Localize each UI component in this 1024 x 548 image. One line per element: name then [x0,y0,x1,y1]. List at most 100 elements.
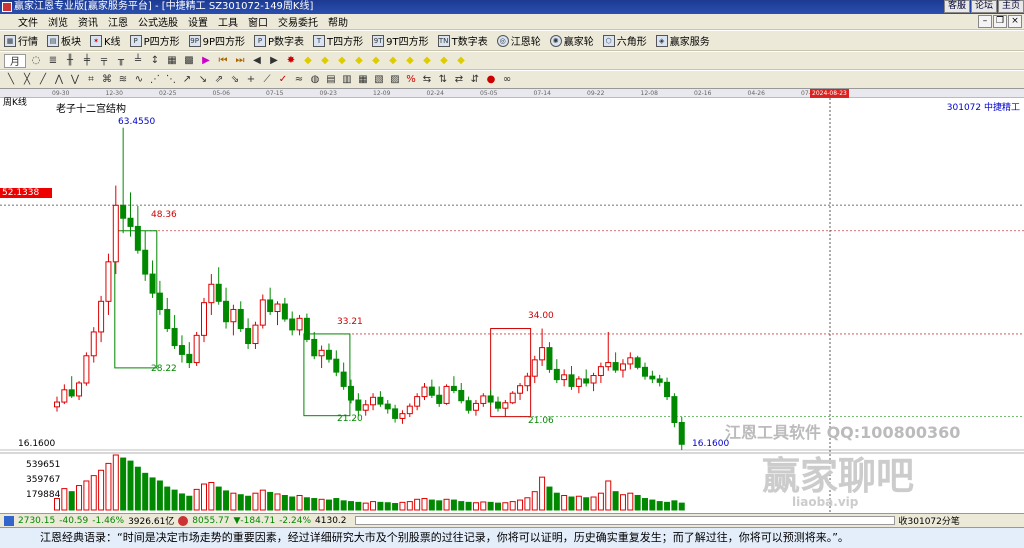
menu-help[interactable]: 帮助 [323,14,353,29]
globe-icon[interactable]: ◍ [308,73,322,87]
diamond-icon[interactable]: ◆ [301,54,315,68]
link-service[interactable]: 客服 [943,0,970,13]
menu-trade[interactable]: 交易委托 [273,14,323,29]
diamond-icon[interactable]: ◆ [386,54,400,68]
grid-icon[interactable]: ▩ [182,54,196,68]
link-forum[interactable]: 论坛 [970,0,997,13]
tool-sector[interactable]: ▤ 板块 [47,33,81,48]
tool-9t-square[interactable]: 9T 9T四方形 [372,33,429,48]
check-icon[interactable]: ✓ [276,73,290,87]
fan-icon[interactable]: ⇘ [228,73,242,87]
minimize-icon[interactable]: – [978,15,992,28]
right-icon[interactable]: ▶ [267,54,281,68]
left-icon[interactable]: ◀ [250,54,264,68]
diamond-icon[interactable]: ◆ [369,54,383,68]
menu-browse[interactable]: 浏览 [43,14,73,29]
period-select[interactable]: 月 [4,53,26,68]
menu-gann[interactable]: 江恩 [103,14,133,29]
bar-icon[interactable]: ╪ [80,54,94,68]
fan-icon[interactable]: ╳ [20,73,34,87]
fan-icon[interactable]: ⋱ [164,73,178,87]
grid-icon[interactable]: ▦ [165,54,179,68]
menu-settings[interactable]: 设置 [183,14,213,29]
last-icon[interactable]: ⏭ [233,54,247,68]
fan-icon[interactable]: ╲ [4,73,18,87]
sh-index-icon[interactable] [4,515,14,526]
arrow-icon[interactable]: ⇅ [436,73,450,87]
cursor-icon[interactable]: ↕ [148,54,162,68]
color-icon[interactable]: ● [484,73,498,87]
volume-bar [590,496,597,511]
bar-icon[interactable]: ╧ [131,54,145,68]
menu-window[interactable]: 窗口 [243,14,273,29]
sh-percent: -1.46% [92,515,125,526]
diamond-icon[interactable]: ◆ [352,54,366,68]
tool-quote[interactable]: ▦ 行情 [4,33,38,48]
cross-icon[interactable]: + [244,73,258,87]
table-icon[interactable]: ▨ [388,73,402,87]
diamond-icon[interactable]: ◆ [420,54,434,68]
quote-icon: ▦ [4,34,16,47]
candle-body [465,400,472,411]
fan-icon[interactable]: ⇗ [212,73,226,87]
volume-bar [237,494,244,511]
diamond-icon[interactable]: ◆ [335,54,349,68]
first-icon[interactable]: ⏮ [216,54,230,68]
close-icon[interactable]: × [1008,15,1022,28]
bar-icon[interactable]: ╥ [114,54,128,68]
fan-icon[interactable]: ∿ [132,73,146,87]
tool-9p-square[interactable]: 9P 9P四方形 [188,33,245,48]
tool-t-square[interactable]: T T四方形 [313,33,363,48]
menu-formula[interactable]: 公式选股 [133,14,183,29]
table-icon[interactable]: ▧ [372,73,386,87]
arrow-icon[interactable]: ⇄ [452,73,466,87]
tool-gann-wheel[interactable]: ◎ 江恩轮 [496,33,541,48]
flag-icon[interactable]: ▶ [199,54,213,68]
fan-icon[interactable]: ⋀ [52,73,66,87]
fan-icon[interactable]: ⌗ [84,73,98,87]
table-icon[interactable]: ▦ [356,73,370,87]
ring-icon[interactable]: ◌ [29,54,43,68]
sz-index-icon[interactable] [178,515,189,526]
kline-chart[interactable]: 09-30 12-30 02-25 05-06 07-15 09-23 12-09 02-24… [0,89,1024,513]
fan-icon[interactable]: ↘ [196,73,210,87]
arrow-icon[interactable]: ⇵ [468,73,482,87]
tool-t-table[interactable]: TN T数字表 [437,33,488,48]
table-icon[interactable]: ▥ [340,73,354,87]
table-icon[interactable]: ▤ [324,73,338,87]
link-home[interactable]: 主页 [997,0,1024,13]
arrow-icon[interactable]: ⇆ [420,73,434,87]
fan-icon[interactable]: ⋰ [148,73,162,87]
candle-body [355,399,362,411]
infinity-icon[interactable]: ∞ [500,73,514,87]
list-icon[interactable]: ≣ [46,54,60,68]
tick-detail-label[interactable]: 收301072分笔 [899,514,960,527]
line-icon[interactable]: ⟋ [260,73,274,87]
diamond-icon[interactable]: ◆ [403,54,417,68]
tool-p-square[interactable]: P P四方形 [129,33,180,48]
fan-icon[interactable]: ↗ [180,73,194,87]
diamond-icon[interactable]: ◆ [437,54,451,68]
menu-news[interactable]: 资讯 [73,14,103,29]
fan-icon[interactable]: ⋁ [68,73,82,87]
star-icon[interactable]: ✸ [284,54,298,68]
horizontal-scrollbar[interactable] [354,516,895,525]
menu-file[interactable]: 文件 [4,14,43,29]
wave-icon[interactable]: ≈ [292,73,306,87]
menu-tools[interactable]: 工具 [213,14,243,29]
tool-p-table[interactable]: P P数字表 [254,33,304,48]
tool-winner-wheel[interactable]: ✺ 赢家轮 [549,33,594,48]
tool-service[interactable]: ◈ 赢家服务 [655,33,710,48]
fan-icon[interactable]: ╱ [36,73,50,87]
bar-icon[interactable]: ╫ [63,54,77,68]
diamond-icon[interactable]: ◆ [318,54,332,68]
diamond-icon[interactable]: ◆ [454,54,468,68]
title-bar: 赢家江恩专业版[赢家服务平台] - [中捷精工 SZ301072-149周K线]… [0,0,1024,14]
fan-icon[interactable]: ≋ [116,73,130,87]
restore-icon[interactable]: ❐ [993,15,1007,28]
tool-hexagon[interactable]: ⬡ 六角形 [602,33,647,48]
fan-icon[interactable]: ⌘ [100,73,114,87]
percent-icon[interactable]: % [404,73,418,87]
bar-icon[interactable]: ╤ [97,54,111,68]
tool-kline[interactable]: ✶ K线 [90,33,121,48]
